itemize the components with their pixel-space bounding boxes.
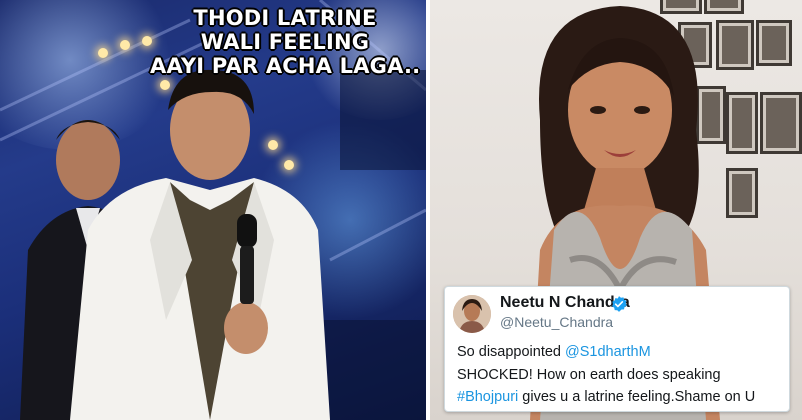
microphone-icon [237, 214, 257, 304]
stage-photo: THODI LATRINE WALI FEELING AAYI PAR ACHA… [0, 0, 426, 420]
tweet-card: Neetu N Chandra @Neetu_Chandra So disapp… [444, 286, 790, 412]
tweet-text-line: So disappointed @S1dharthM [457, 344, 651, 360]
mention-link[interactable]: @S1dharthM [565, 344, 651, 360]
stage-bulb [120, 40, 130, 50]
meme-collage: THODI LATRINE WALI FEELING AAYI PAR ACHA… [0, 0, 802, 420]
caption-line: WALI FEELING [200, 30, 370, 54]
verified-badge-icon [612, 296, 627, 312]
tweet-text-line: SHOCKED! How on earth does speaking [457, 367, 721, 383]
stage-bulb [98, 48, 108, 58]
tweet-author-handle[interactable]: @Neetu_Chandra [500, 314, 613, 330]
tweet-text: So disappointed [457, 344, 566, 360]
avatar-image [453, 295, 491, 333]
caption-line: THODI LATRINE [193, 6, 377, 30]
hashtag-link[interactable]: #Bhojpuri [457, 389, 518, 405]
main-person [70, 69, 330, 420]
tweet-text: SHOCKED! How on earth does speaking [457, 367, 721, 383]
caption-line: AAYI PAR ACHA LAGA.. [150, 54, 421, 78]
avatar[interactable] [453, 295, 491, 333]
meme-caption: THODI LATRINE WALI FEELING AAYI PAR ACHA… [150, 6, 420, 78]
tweet-text: gives u a latrine feeling.Shame on U [518, 389, 756, 405]
tweet-text-line: #Bhojpuri gives u a latrine feeling.Sham… [457, 389, 755, 405]
